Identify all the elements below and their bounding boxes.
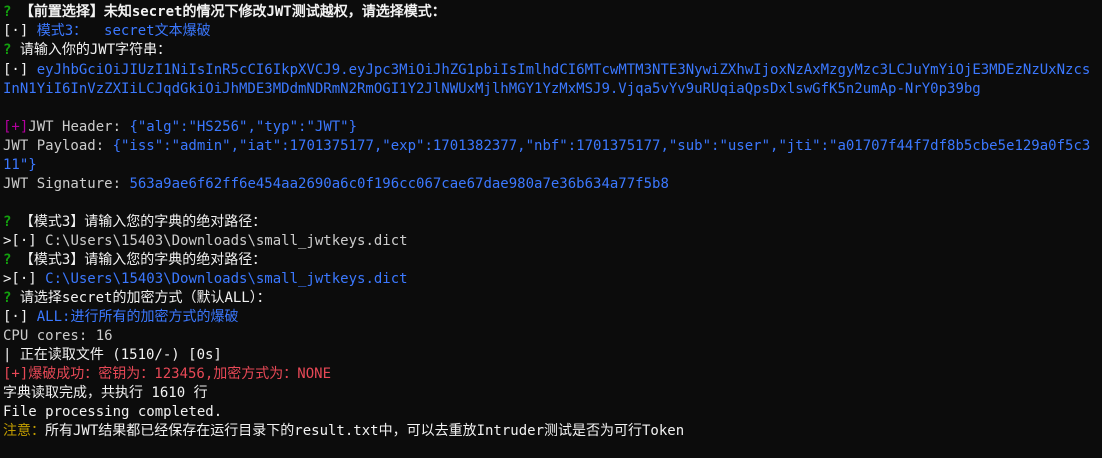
mode-select-answer: [·] 模式3： secret文本爆破 [3,22,211,41]
input-cursor-marker: >[·] [3,233,37,249]
jwt-signature-value: 563a9ae6f62ff6e454aa2690a6c0f196cc067cae… [129,176,669,192]
jwt-signature-label: JWT Signature: [3,176,130,192]
answer-bullet: [·] [3,309,29,325]
file-processing-text: File processing completed. [3,404,223,420]
dict-path-prompt: ? 【模式3】请输入您的字典的绝对路径： [3,213,266,232]
encryption-prompt: ? 请选择secret的加密方式（默认ALL）： [3,289,271,308]
dict-complete-line: 字典读取完成，共执行 1610 行 [3,384,208,403]
crack-success-text: [+]爆破成功：密钥为：123456,加密方式为：NONE [3,366,332,382]
note-line: 注意：所有JWT结果都已经保存在运行目录下的result.txt中，可以去重放I… [3,422,684,441]
input-cursor-marker: >[·] [3,271,37,287]
jwt-payload-label: JWT Payload: [3,138,113,154]
encryption-answer: [·] ALL:进行所有的加密方式的爆破 [3,308,238,327]
jwt-signature-row: JWT Signature: 563a9ae6f62ff6e454aa2690a… [3,175,669,194]
question-mark-icon: ? [3,4,12,20]
answer-value: 模式3： secret文本爆破 [36,23,211,39]
prompt-text: 【模式3】请输入您的字典的绝对路径： [19,252,267,268]
answer-bullet: [·] [3,23,29,39]
note-label: 注意： [3,423,45,439]
answer-bullet: [·] [3,62,29,78]
mode-select-prompt: ? 【前置选择】未知secret的情况下修改JWT测试越权，请选择模式： [3,3,446,22]
dict-path-input: >[·] C:\Users\15403\Downloads\small_jwtk… [3,232,408,251]
cpu-cores-text: CPU cores: 16 [3,328,113,344]
plus-marker: [+] [3,119,29,135]
dict-complete-text: 字典读取完成，共执行 1610 行 [3,385,208,401]
question-mark-icon: ? [3,290,12,306]
jwt-payload-row: JWT Payload: {"iss":"admin","iat":170137… [3,137,1093,175]
cpu-cores-line: CPU cores: 16 [3,327,113,346]
note-text: 所有JWT结果都已经保存在运行目录下的result.txt中，可以去重放Intr… [45,423,685,439]
reading-progress-text: | 正在读取文件 (1510/-) [0s] [3,347,222,363]
jwt-payload-value: {"iss":"admin","iat":1701375177,"exp":17… [3,138,1091,173]
prompt-text: 请输入你的JWT字符串： [19,42,172,58]
dict-path-prompt-confirm: ? 【模式3】请输入您的字典的绝对路径： [3,251,266,270]
dict-path-answer: >[·] C:\Users\15403\Downloads\small_jwtk… [3,270,408,289]
question-mark-icon: ? [3,214,12,230]
prompt-text: 【前置选择】未知secret的情况下修改JWT测试越权，请选择模式： [19,4,446,20]
reading-progress-line: | 正在读取文件 (1510/-) [0s] [3,346,222,365]
question-mark-icon: ? [3,42,12,58]
jwt-input-answer: [·] eyJhbGciOiJIUzI1NiIsInR5cCI6IkpXVCJ9… [3,61,1093,99]
encryption-value: ALL:进行所有的加密方式的爆破 [36,309,239,325]
dict-path-typed: C:\Users\15403\Downloads\small_jwtkeys.d… [45,233,408,249]
terminal-window[interactable]: ? 【前置选择】未知secret的情况下修改JWT测试越权，请选择模式： [·]… [0,0,1102,458]
crack-success-line: [+]爆破成功：密钥为：123456,加密方式为：NONE [3,365,331,384]
prompt-text: 【模式3】请输入您的字典的绝对路径： [19,214,267,230]
file-processing-line: File processing completed. [3,403,222,422]
question-mark-icon: ? [3,252,12,268]
dict-path-value: C:\Users\15403\Downloads\small_jwtkeys.d… [45,271,408,287]
jwt-token-value: eyJhbGciOiJIUzI1NiIsInR5cCI6IkpXVCJ9.eyJ… [3,62,1091,97]
jwt-header-label: JWT Header: [28,119,130,135]
jwt-input-prompt: ? 请输入你的JWT字符串： [3,41,171,60]
prompt-text: 请选择secret的加密方式（默认ALL）： [19,290,271,306]
jwt-header-row: [+]JWT Header: {"alg":"HS256","typ":"JWT… [3,118,357,137]
jwt-header-value: {"alg":"HS256","typ":"JWT"} [129,119,358,135]
